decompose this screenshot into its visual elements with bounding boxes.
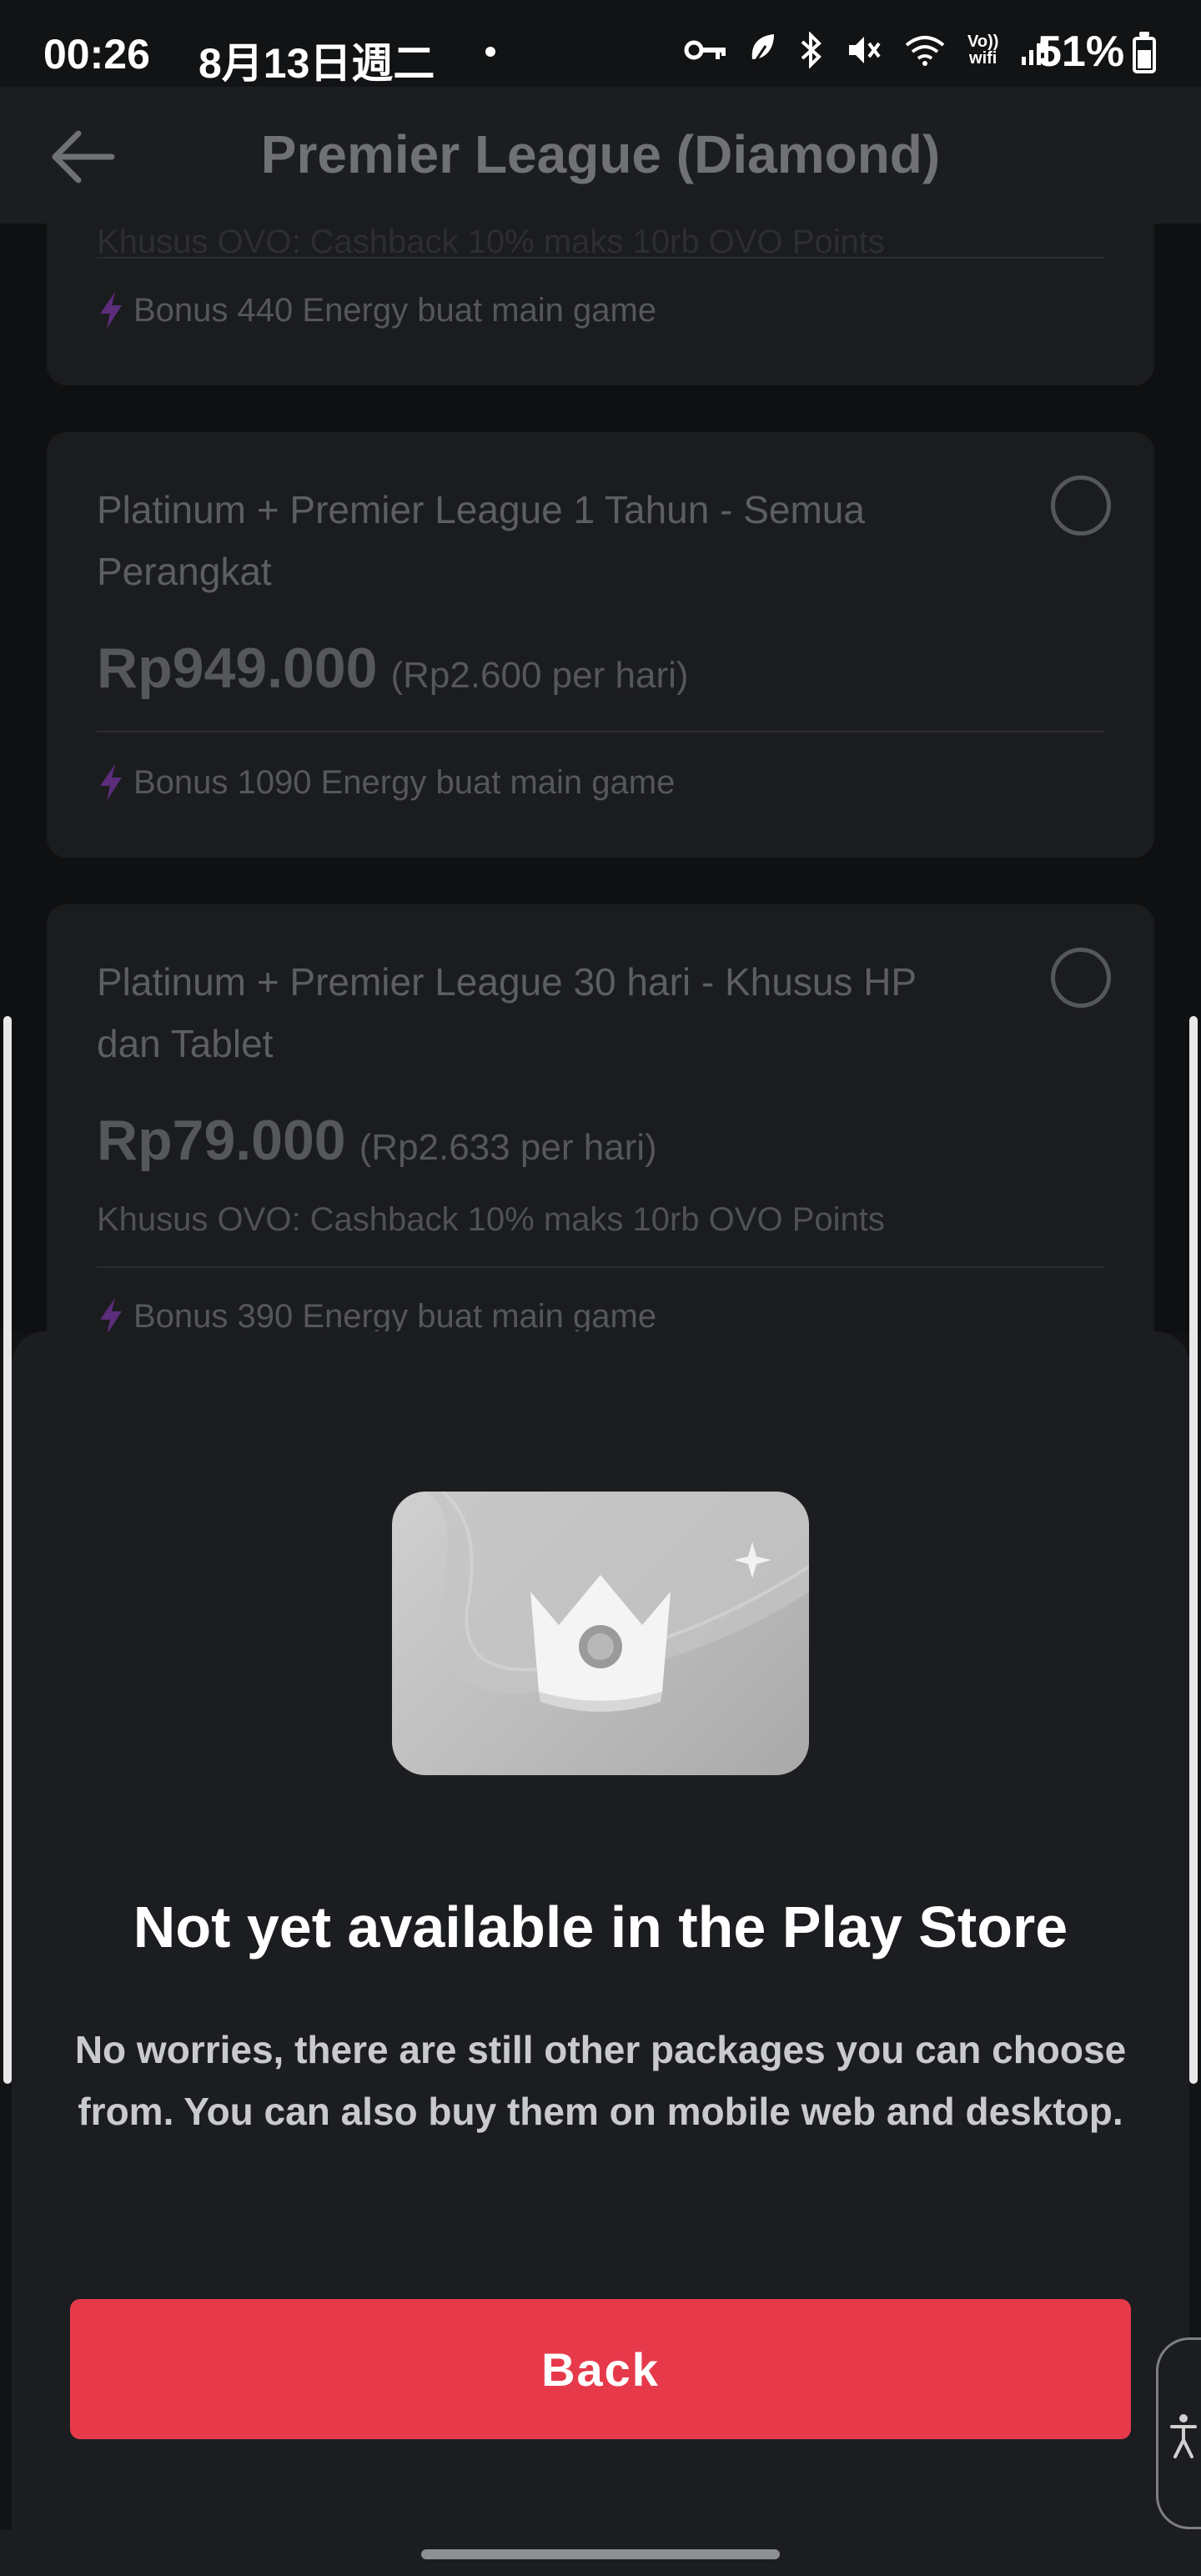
package-price-row: Rp79.000 (Rp2.633 per hari) <box>97 1108 657 1173</box>
package-price-row: Rp949.000 (Rp2.600 per hari) <box>97 636 689 701</box>
vowifi-bottom-text: wifi <box>969 49 997 68</box>
bluetooth-icon <box>801 32 822 68</box>
package-bonus-text: Bonus 1090 Energy buat main game <box>133 763 676 801</box>
vowifi-icon: Vo)) wifi <box>967 33 998 67</box>
vowifi-top-text: Vo)) <box>967 33 999 51</box>
package-title: Platinum + Premier League 30 hari - Khus… <box>97 960 917 1065</box>
app-header: Premier League (Diamond) <box>0 87 1201 224</box>
package-radio[interactable] <box>1051 948 1111 1008</box>
lightning-icon <box>100 764 122 801</box>
package-card[interactable]: Khusus OVO: Cashback 10% maks 10rb OVO P… <box>47 224 1154 385</box>
unavailable-bottom-sheet: Not yet available in the Play Store No w… <box>12 1331 1189 2529</box>
crown-card-icon <box>392 1492 809 1775</box>
package-bonus: Bonus 440 Energy buat main game <box>97 290 656 330</box>
card-divider <box>97 257 1104 259</box>
navigation-bar <box>0 2529 1201 2576</box>
wifi-icon <box>905 36 945 66</box>
package-per-day: (Rp2.633 per hari) <box>359 1127 657 1168</box>
package-bonus: Bonus 390 Energy buat main game <box>97 1296 656 1333</box>
card-divider <box>97 731 1104 732</box>
package-bonus-text: Bonus 390 Energy buat main game <box>133 1297 657 1334</box>
package-bonus-text: Bonus 440 Energy buat main game <box>133 291 657 329</box>
package-list: Khusus OVO: Cashback 10% maks 10rb OVO P… <box>0 224 1201 1333</box>
sheet-message: No worries, there are still other packag… <box>74 2028 1127 2133</box>
package-bonus: Bonus 1090 Energy buat main game <box>97 762 675 802</box>
package-card[interactable]: Platinum + Premier League 30 hari - Khus… <box>47 904 1154 1333</box>
package-radio[interactable] <box>1051 475 1111 536</box>
page-title: Premier League (Diamond) <box>260 124 941 184</box>
package-promo: Khusus OVO: Cashback 10% maks 10rb OVO P… <box>97 1201 885 1238</box>
status-bar: 00:26 8月13日週二 Vo)) wifi 51% <box>0 0 1201 87</box>
accessibility-tab[interactable] <box>1156 2337 1201 2529</box>
lightning-icon <box>100 292 122 329</box>
status-icons: Vo)) wifi <box>684 32 1053 68</box>
accessibility-icon <box>1170 2414 1197 2458</box>
edge-indicator-left <box>3 1016 12 2084</box>
back-button[interactable]: Back <box>70 2299 1131 2439</box>
edge-indicator-right <box>1189 1016 1198 2084</box>
notification-dot-icon <box>485 47 495 57</box>
home-indicator[interactable] <box>421 2549 780 2559</box>
package-per-day: (Rp2.600 per hari) <box>390 655 689 696</box>
package-card[interactable]: Platinum + Premier League 1 Tahun - Semu… <box>47 432 1154 858</box>
package-price: Rp949.000 <box>97 636 378 700</box>
battery-percent: 51% <box>1038 28 1125 76</box>
package-promo: Khusus OVO: Cashback 10% maks 10rb OVO P… <box>97 224 885 260</box>
status-date: 8月13日週二 <box>198 40 435 87</box>
key-icon <box>684 40 726 60</box>
lightning-icon <box>100 1298 122 1333</box>
package-title: Platinum + Premier League 1 Tahun - Semu… <box>97 488 865 593</box>
leaf-icon <box>751 34 774 67</box>
card-divider <box>97 1266 1104 1268</box>
battery-icon <box>1133 32 1156 73</box>
package-price: Rp79.000 <box>97 1109 346 1172</box>
status-time: 00:26 <box>43 31 150 78</box>
mute-icon <box>849 37 881 63</box>
sheet-title: Not yet available in the Play Store <box>133 1894 1068 1960</box>
